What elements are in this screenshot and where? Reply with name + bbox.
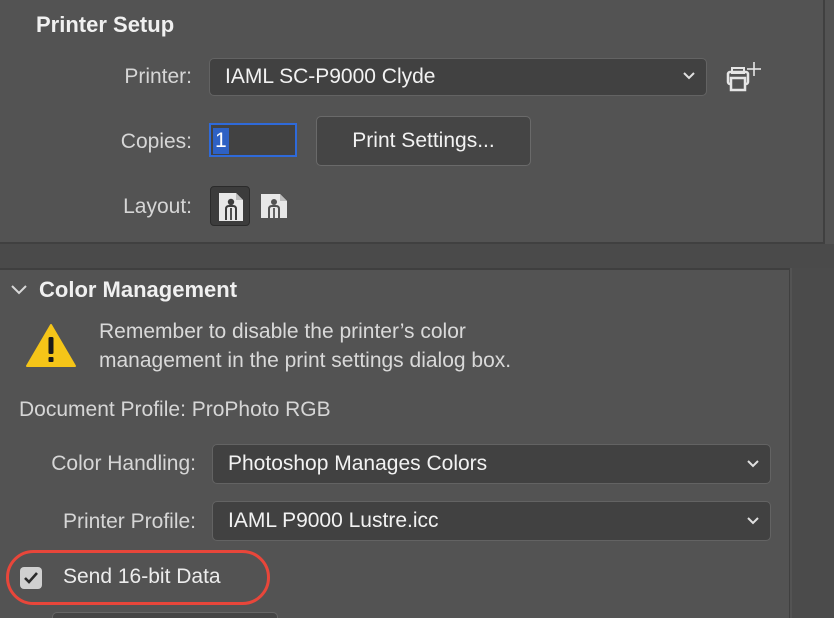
color-handling-value: Photoshop Manages Colors	[228, 452, 488, 475]
panel-scroll-area	[792, 268, 834, 618]
printer-profile-label: Printer Profile:	[62, 510, 196, 533]
printer-setup-title: Printer Setup	[36, 12, 175, 37]
warning-line-1: Remember to disable the printer’s color	[99, 320, 466, 343]
copies-input[interactable]: 1	[209, 123, 297, 157]
add-printer-icon[interactable]	[722, 60, 764, 96]
chevron-down-icon	[747, 460, 759, 468]
chevron-down-icon[interactable]	[10, 283, 28, 297]
landscape-layout-icon	[261, 194, 287, 218]
printer-label: Printer:	[124, 65, 192, 88]
annotation-highlight	[6, 550, 270, 605]
warning-line-2: management in the print settings dialog …	[99, 349, 512, 372]
color-management-title: Color Management	[39, 277, 238, 302]
portrait-layout-icon	[219, 193, 243, 221]
warning-icon	[26, 324, 76, 367]
printer-setup-section: Printer Setup Printer: IAML SC-P9000 Cly…	[0, 0, 825, 244]
section-separator	[0, 244, 834, 268]
print-settings-button[interactable]: Print Settings...	[316, 116, 531, 166]
printer-profile-select[interactable]: IAML P9000 Lustre.icc	[212, 501, 771, 541]
layout-label: Layout:	[123, 195, 192, 218]
printer-select-value: IAML SC-P9000 Clyde	[225, 65, 436, 88]
warning-message: Remember to disable the printer’s color …	[99, 317, 659, 375]
printer-select[interactable]: IAML SC-P9000 Clyde	[209, 58, 707, 96]
chevron-down-icon	[683, 72, 695, 80]
copies-label: Copies:	[120, 130, 192, 153]
color-handling-select[interactable]: Photoshop Manages Colors	[212, 444, 771, 484]
copies-value: 1	[213, 128, 229, 154]
chevron-down-icon	[747, 517, 759, 525]
print-dialog: Printer Setup Printer: IAML SC-P9000 Cly…	[0, 0, 834, 618]
color-handling-label: Color Handling:	[51, 452, 196, 475]
document-profile: Document Profile: ProPhoto RGB	[19, 398, 331, 421]
printer-profile-value: IAML P9000 Lustre.icc	[228, 509, 439, 532]
portrait-layout-button[interactable]	[210, 186, 250, 226]
next-control-partial	[52, 612, 278, 618]
landscape-layout-button[interactable]	[254, 186, 294, 226]
